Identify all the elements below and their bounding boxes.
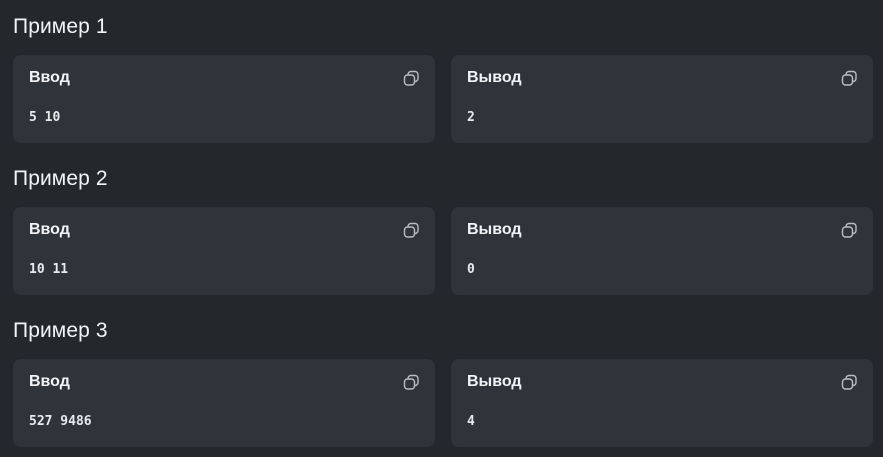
input-panel: Ввод 5 10 (13, 55, 435, 143)
output-panel: Вывод 2 (451, 55, 873, 143)
output-panel: Вывод 0 (451, 207, 873, 295)
input-label: Ввод (29, 69, 70, 86)
input-label: Ввод (29, 221, 70, 238)
input-value: 10 11 (29, 262, 69, 277)
copy-icon[interactable] (841, 222, 858, 239)
output-panel: Вывод 4 (451, 359, 873, 447)
output-value: 4 (467, 414, 475, 429)
example-title: Пример 1 (13, 15, 108, 38)
copy-icon[interactable] (403, 374, 420, 391)
copy-icon[interactable] (403, 70, 420, 87)
example-title: Пример 3 (13, 319, 108, 342)
input-value: 5 10 (29, 110, 61, 125)
output-label: Вывод (467, 221, 522, 238)
input-value: 527 9486 (29, 414, 92, 429)
examples-list: Пример 1 Ввод 5 10 Вывод 2 Пример 2 Ввод… (0, 0, 883, 457)
copy-icon[interactable] (841, 374, 858, 391)
output-value: 0 (467, 262, 475, 277)
input-panel: Ввод 527 9486 (13, 359, 435, 447)
copy-icon[interactable] (841, 70, 858, 87)
input-label: Ввод (29, 373, 70, 390)
output-label: Вывод (467, 373, 522, 390)
output-value: 2 (467, 110, 475, 125)
example-title: Пример 2 (13, 167, 108, 190)
output-label: Вывод (467, 69, 522, 86)
copy-icon[interactable] (403, 222, 420, 239)
input-panel: Ввод 10 11 (13, 207, 435, 295)
